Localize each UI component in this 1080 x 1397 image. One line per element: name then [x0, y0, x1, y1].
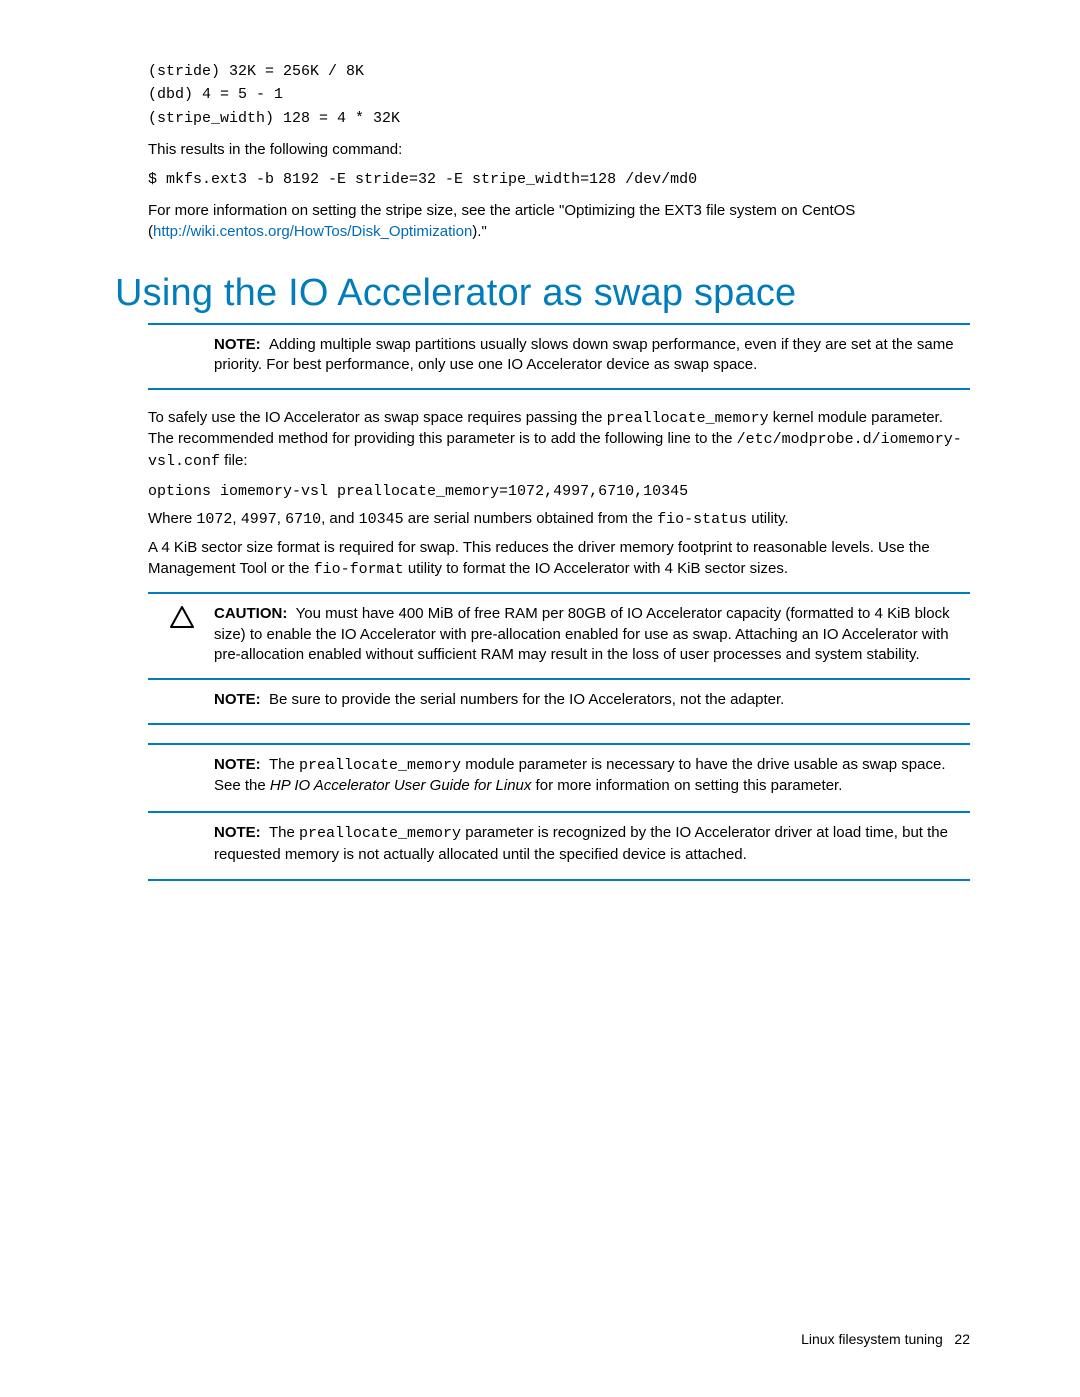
caution-block: CAUTION: You must have 400 MiB of free R… [148, 592, 970, 678]
text-fragment: utility to format the IO Accelerator wit… [404, 560, 788, 577]
inline-code: preallocate_memory [299, 825, 461, 842]
note-block-2: NOTE: Be sure to provide the serial numb… [148, 678, 970, 725]
note-text: Adding multiple swap partitions usually … [214, 336, 954, 374]
text-more-info: For more information on setting the stri… [148, 201, 970, 242]
note-text: Be sure to provide the serial numbers fo… [269, 691, 784, 708]
inline-code: 6710 [285, 511, 321, 528]
footer-page-number: 22 [954, 1331, 970, 1347]
footer-title: Linux filesystem tuning [801, 1331, 943, 1347]
page-footer: Linux filesystem tuning 22 [801, 1331, 970, 1347]
text-fragment: To safely use the IO Accelerator as swap… [148, 409, 607, 426]
text-fragment: )." [472, 223, 487, 240]
note-label: NOTE: [214, 691, 261, 708]
text-fragment: Where [148, 510, 196, 527]
para-serials: Where 1072, 4997, 6710, and 10345 are se… [148, 509, 970, 530]
inline-code: preallocate_memory [299, 757, 461, 774]
caution-label: CAUTION: [214, 605, 287, 622]
inline-code: fio-format [314, 561, 404, 578]
text-fragment: utility. [747, 510, 788, 527]
text-fragment: for more information on setting this par… [531, 777, 842, 794]
code-stride-calc: (stride) 32K = 256K / 8K (dbd) 4 = 5 - 1… [148, 60, 970, 130]
text-fragment: , and [321, 510, 359, 527]
inline-code: preallocate_memory [607, 410, 769, 427]
text-fragment: , [232, 510, 240, 527]
note-label: NOTE: [214, 336, 261, 353]
text-fragment: , [277, 510, 285, 527]
text-fragment: The [269, 824, 299, 841]
note-block-1: NOTE: Adding multiple swap partitions us… [148, 323, 970, 390]
caution-triangle-icon [170, 606, 194, 632]
note-label: NOTE: [214, 756, 261, 773]
text-fragment: file: [220, 452, 248, 469]
inline-code: 4997 [241, 511, 277, 528]
text-fragment: are serial numbers obtained from the [404, 510, 657, 527]
text-results-in: This results in the following command: [148, 140, 970, 160]
para-preallocate: To safely use the IO Accelerator as swap… [148, 408, 970, 472]
inline-code: 10345 [359, 511, 404, 528]
document-page: (stride) 32K = 256K / 8K (dbd) 4 = 5 - 1… [0, 0, 1080, 1397]
text-fragment: The [269, 756, 299, 773]
code-mkfs: $ mkfs.ext3 -b 8192 -E stride=32 -E stri… [148, 168, 970, 191]
italic-text: HP IO Accelerator User Guide for Linux [270, 777, 532, 794]
inline-code: 1072 [196, 511, 232, 528]
code-options: options iomemory-vsl preallocate_memory=… [148, 480, 970, 503]
note-label: NOTE: [214, 824, 261, 841]
link-centos-wiki[interactable]: http://wiki.centos.org/HowTos/Disk_Optim… [153, 223, 472, 240]
note-row-3: NOTE: The preallocate_memory module para… [148, 743, 970, 811]
inline-code: fio-status [657, 511, 747, 528]
section-heading: Using the IO Accelerator as swap space [115, 272, 970, 315]
para-sector-size: A 4 KiB sector size format is required f… [148, 538, 970, 580]
note-row-4: NOTE: The preallocate_memory parameter i… [148, 811, 970, 879]
caution-text: You must have 400 MiB of free RAM per 80… [214, 605, 950, 663]
note-block-stack: NOTE: The preallocate_memory module para… [148, 743, 970, 882]
